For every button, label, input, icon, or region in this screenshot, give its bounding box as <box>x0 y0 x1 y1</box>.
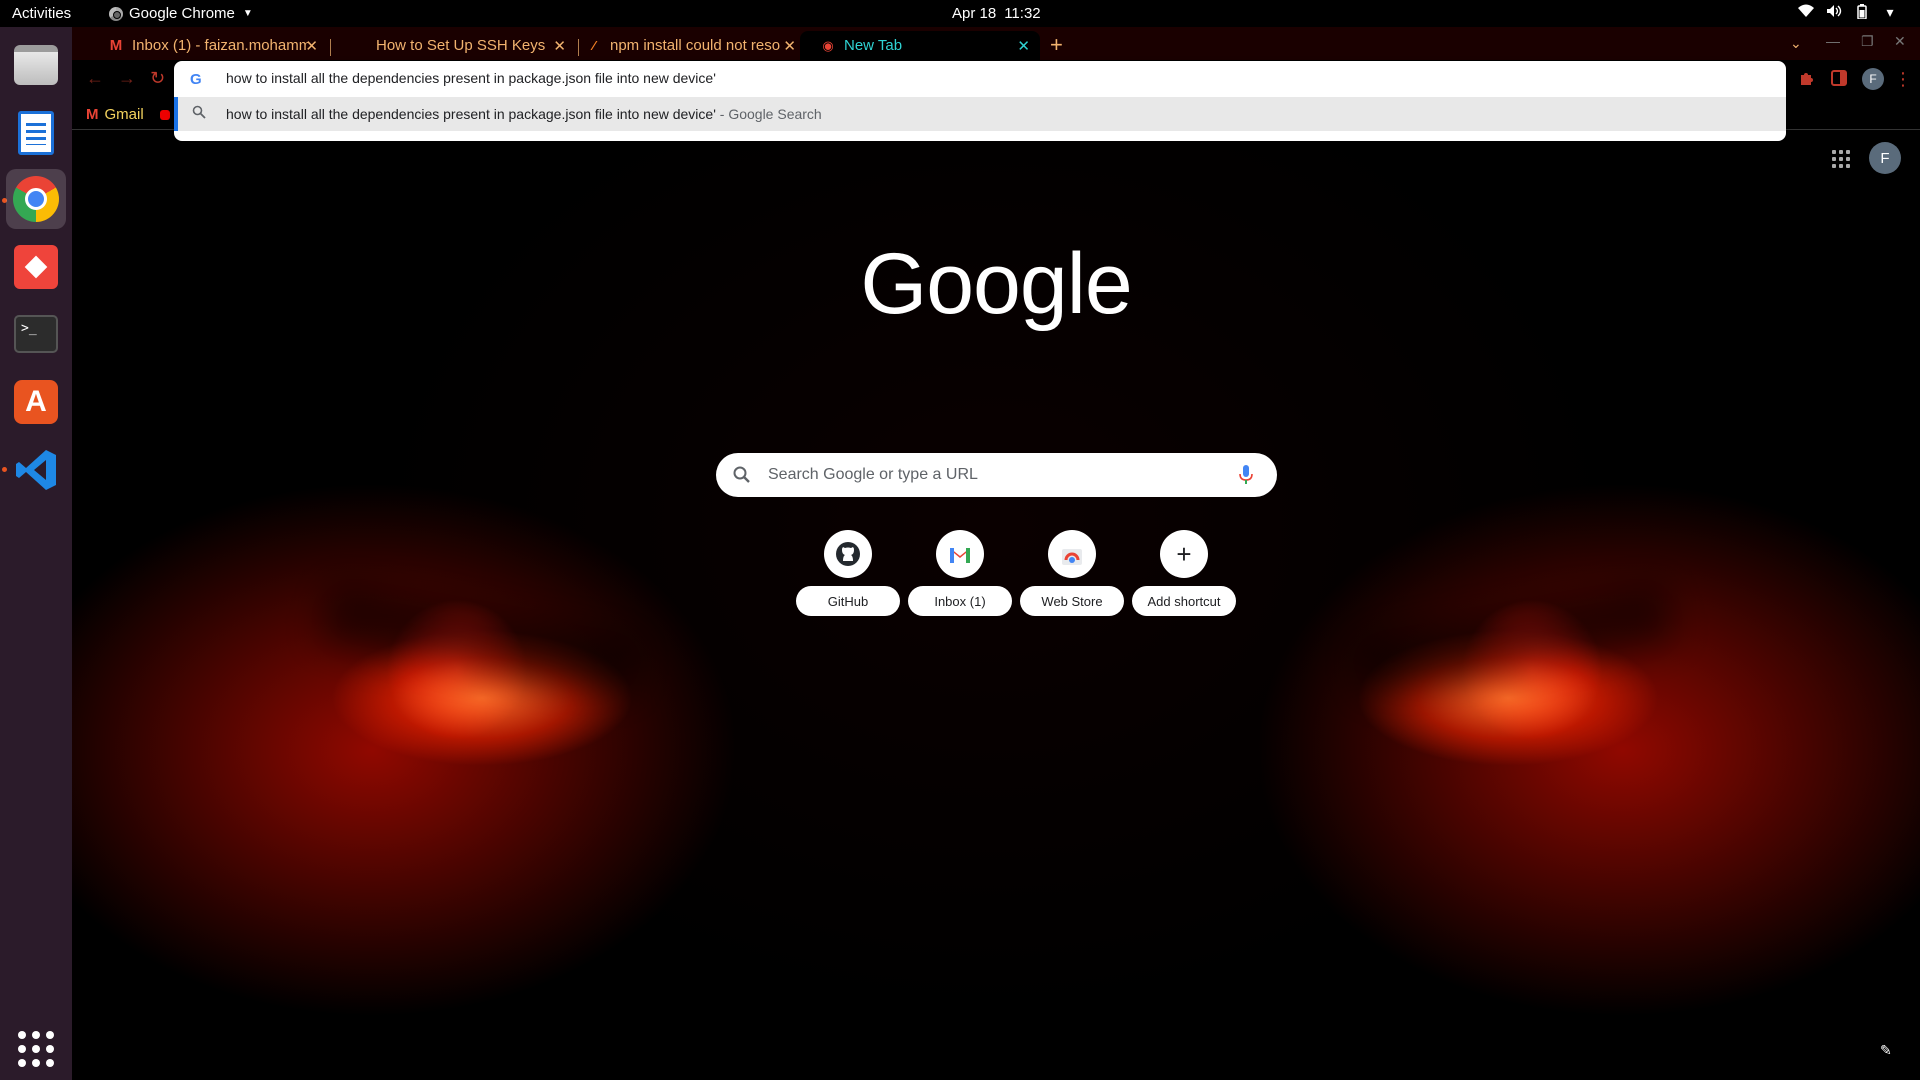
omnibox-suggestion[interactable]: how to install all the dependencies pres… <box>174 97 1786 131</box>
clock-time: 11:32 <box>1004 5 1041 22</box>
more-menu-icon[interactable]: ⋮ <box>1894 69 1914 89</box>
app-store-icon: A <box>14 380 58 424</box>
dock: >_ A <box>0 27 72 1080</box>
tab-ssh-keys[interactable]: How to Set Up SSH Keys o ✕ <box>336 31 576 60</box>
plus-icon: + <box>1160 530 1208 578</box>
shortcut-inbox[interactable]: Inbox (1) <box>908 530 1012 626</box>
maximize-icon[interactable]: ❐ <box>1861 33 1874 50</box>
chrome-icon: ◉ <box>822 37 834 53</box>
tab-strip: M Inbox (1) - faizan.mohamm ✕ How to Set… <box>72 27 1920 60</box>
close-window-icon[interactable]: ✕ <box>1894 33 1906 50</box>
dock-app-store[interactable]: A <box>6 372 66 432</box>
tab-title: npm install could not reso <box>610 37 781 54</box>
dock-anydesk[interactable] <box>6 237 66 297</box>
customize-pencil-icon[interactable]: ✎ <box>1880 1042 1892 1059</box>
volume-icon <box>1826 4 1842 22</box>
libreoffice-writer-icon <box>18 111 54 155</box>
tab-new-tab[interactable]: ◉ New Tab ✕ <box>800 31 1040 60</box>
google-apps-button[interactable] <box>1832 150 1850 168</box>
app-menu[interactable]: Google Chrome ▼ <box>109 5 253 22</box>
caret-down-icon: ▼ <box>242 8 253 19</box>
search-icon <box>192 105 206 119</box>
vscode-icon <box>16 450 56 490</box>
show-applications-icon <box>18 1031 54 1067</box>
google-logo: Google <box>860 236 1132 332</box>
account-avatar[interactable]: F <box>1869 142 1901 174</box>
shortcut-label: Web Store <box>1020 586 1124 616</box>
battery-icon <box>1854 4 1870 22</box>
wifi-icon <box>1798 4 1814 22</box>
bookmark-gmail[interactable]: M Gmail <box>86 106 170 123</box>
youtube-icon <box>159 109 170 120</box>
omnibox-dropdown: G how to install all the dependencies pr… <box>174 61 1786 141</box>
wallpaper-shadow <box>319 582 645 698</box>
stackoverflow-icon: ⁄ <box>592 38 596 53</box>
gmail-icon: M <box>86 106 99 123</box>
tab-title: New Tab <box>844 37 903 54</box>
forward-button[interactable]: → <box>118 68 136 89</box>
dock-writer[interactable] <box>6 103 66 163</box>
profile-avatar[interactable]: F <box>1862 68 1884 90</box>
close-tab-icon[interactable]: ✕ <box>305 37 318 55</box>
tab-search-icon[interactable]: ⌄ <box>1790 35 1802 52</box>
close-tab-icon[interactable]: ✕ <box>553 37 566 55</box>
tab-title: How to Set Up SSH Keys o <box>376 37 546 54</box>
chrome-icon <box>13 176 59 222</box>
tab-separator <box>330 39 331 56</box>
ntp-search-input[interactable] <box>766 461 1226 489</box>
tab-gmail[interactable]: M Inbox (1) - faizan.mohamm ✕ <box>88 31 328 60</box>
suggestion-text: how to install all the dependencies pres… <box>226 106 822 122</box>
tab-npm-install[interactable]: ⁄ npm install could not reso ✕ <box>566 31 806 60</box>
wallpaper-shadow <box>1349 582 1675 698</box>
github-icon <box>824 530 872 578</box>
shortcut-label: Inbox (1) <box>908 586 1012 616</box>
reload-button[interactable]: ↻ <box>150 68 165 89</box>
google-g-icon: G <box>190 71 202 88</box>
anydesk-icon <box>14 245 58 289</box>
gmail-icon <box>936 530 984 578</box>
gmail-icon: M <box>109 37 123 54</box>
shortcut-web-store[interactable]: Web Store <box>1020 530 1124 626</box>
new-tab-button[interactable]: + <box>1050 32 1063 58</box>
activities-button[interactable]: Activities <box>12 5 71 22</box>
new-tab-page: F Google GitHub Inbox (1) <box>72 130 1920 1080</box>
chrome-icon <box>109 6 123 21</box>
system-tray[interactable]: ▾ <box>1798 4 1898 22</box>
bookmark-label: Gmail <box>104 106 144 123</box>
suggestion-engine: - Google Search <box>715 106 822 122</box>
minimize-icon[interactable]: — <box>1826 33 1840 49</box>
dock-files[interactable] <box>6 35 66 95</box>
omnibox-query[interactable]: how to install all the dependencies pres… <box>226 70 716 86</box>
power-menu-caret-icon: ▾ <box>1886 4 1894 20</box>
chrome-window: M Inbox (1) - faizan.mohamm ✕ How to Set… <box>72 27 1920 1080</box>
ntp-search-box[interactable] <box>716 453 1277 497</box>
dock-terminal[interactable]: >_ <box>6 304 66 364</box>
terminal-icon: >_ <box>14 315 58 353</box>
extensions-icon[interactable] <box>1798 69 1818 89</box>
tab-title: Inbox (1) - faizan.mohamm <box>132 37 308 54</box>
dock-vscode[interactable] <box>6 440 66 500</box>
close-tab-icon[interactable]: ✕ <box>1017 37 1030 55</box>
close-tab-icon[interactable]: ✕ <box>783 37 796 55</box>
shortcut-github[interactable]: GitHub <box>796 530 900 626</box>
clock-date: Apr 18 <box>952 5 997 22</box>
side-panel-icon[interactable] <box>1830 69 1850 89</box>
search-icon <box>733 466 750 483</box>
back-button[interactable]: ← <box>86 68 104 89</box>
apps-grid-icon <box>1832 150 1850 168</box>
clock[interactable]: Apr 18 11:32 <box>952 5 1041 22</box>
shortcut-label: GitHub <box>796 586 900 616</box>
app-menu-label: Google Chrome <box>129 5 235 22</box>
web-store-icon <box>1048 530 1096 578</box>
microphone-icon[interactable] <box>1238 464 1254 486</box>
dock-chrome[interactable] <box>6 169 66 229</box>
shortcut-add[interactable]: + Add shortcut <box>1132 530 1236 626</box>
show-applications-button[interactable] <box>6 1019 66 1079</box>
suggestion-query: how to install all the dependencies pres… <box>226 106 716 122</box>
gnome-top-bar: Activities Google Chrome ▼ Apr 18 11:32 … <box>0 0 1920 27</box>
omnibox-input-row[interactable]: G how to install all the dependencies pr… <box>174 61 1786 97</box>
files-icon <box>14 45 58 85</box>
shortcut-label: Add shortcut <box>1132 586 1236 616</box>
